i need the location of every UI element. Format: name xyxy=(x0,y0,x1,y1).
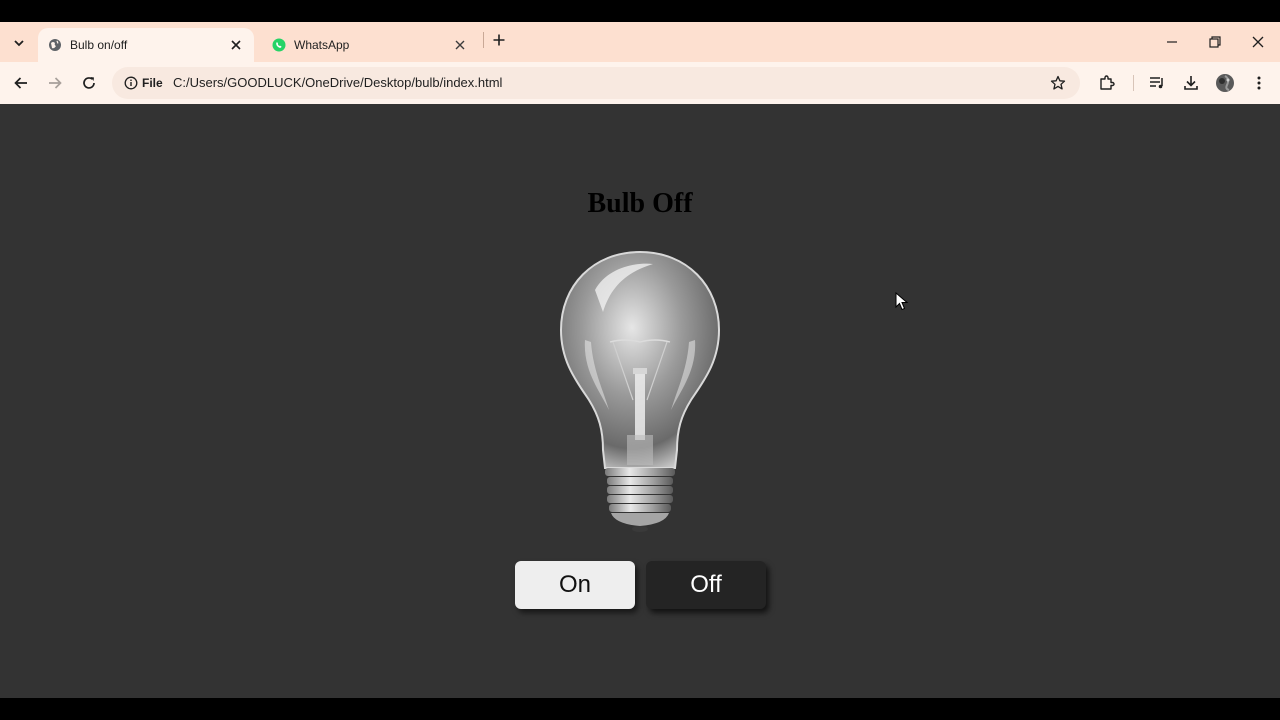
mouse-cursor-icon xyxy=(895,292,909,311)
star-icon xyxy=(1050,75,1066,90)
tab-close-button[interactable] xyxy=(228,37,244,53)
download-icon xyxy=(1184,76,1198,90)
restore-icon xyxy=(1209,36,1221,48)
globe-icon xyxy=(49,39,61,51)
back-button[interactable] xyxy=(9,71,33,95)
close-window-button[interactable] xyxy=(1236,22,1280,62)
downloads-button[interactable] xyxy=(1179,71,1203,95)
bulb-icon xyxy=(559,250,721,532)
info-icon xyxy=(124,76,138,90)
restore-button[interactable] xyxy=(1193,22,1237,62)
toolbar-separator xyxy=(1133,75,1134,91)
plus-icon xyxy=(493,34,505,46)
whatsapp-icon xyxy=(272,38,286,52)
tab-title: Bulb on/off xyxy=(70,38,128,52)
minimize-button[interactable] xyxy=(1150,22,1194,62)
browser-menu-button[interactable] xyxy=(1247,71,1271,95)
site-chip-label: File xyxy=(142,76,163,90)
bookmark-button[interactable] xyxy=(1048,73,1068,93)
close-icon xyxy=(455,40,465,50)
on-button[interactable]: On xyxy=(515,561,635,609)
arrow-left-icon xyxy=(14,77,27,89)
media-controls-button[interactable] xyxy=(1145,71,1169,95)
address-bar[interactable]: File C:/Users/GOODLUCK/OneDrive/Desktop/… xyxy=(112,67,1080,99)
off-button[interactable]: Off xyxy=(646,561,766,609)
forward-button[interactable] xyxy=(43,71,67,95)
tab-search-button[interactable] xyxy=(8,32,30,54)
page-title: Bulb Off xyxy=(587,188,693,219)
profile-button[interactable] xyxy=(1213,71,1237,95)
page-content: Bulb Off On Off xyxy=(0,104,1280,698)
reload-button[interactable] xyxy=(77,71,101,95)
new-tab-button[interactable] xyxy=(489,30,509,50)
tab-separator xyxy=(483,32,484,48)
arrow-right-icon xyxy=(49,77,62,89)
chevron-down-icon xyxy=(14,40,24,47)
close-icon xyxy=(1252,36,1264,48)
tab-close-button[interactable] xyxy=(452,37,468,53)
close-icon xyxy=(231,40,241,50)
puzzle-icon xyxy=(1100,75,1115,90)
playlist-icon xyxy=(1150,77,1163,89)
tab-strip: Bulb on/off WhatsApp xyxy=(0,22,1280,62)
url-text: C:/Users/GOODLUCK/OneDrive/Desktop/bulb/… xyxy=(173,75,503,90)
extensions-button[interactable] xyxy=(1095,71,1119,95)
tab-bulb[interactable]: Bulb on/off xyxy=(38,28,254,62)
browser-toolbar: File C:/Users/GOODLUCK/OneDrive/Desktop/… xyxy=(0,62,1280,104)
tab-whatsapp[interactable]: WhatsApp xyxy=(262,28,478,62)
reload-icon xyxy=(83,77,95,89)
avatar xyxy=(1216,74,1234,92)
site-info-chip[interactable]: File xyxy=(118,71,169,95)
minimize-icon xyxy=(1167,41,1177,43)
more-vertical-icon xyxy=(1257,76,1261,90)
tab-title: WhatsApp xyxy=(294,38,350,52)
